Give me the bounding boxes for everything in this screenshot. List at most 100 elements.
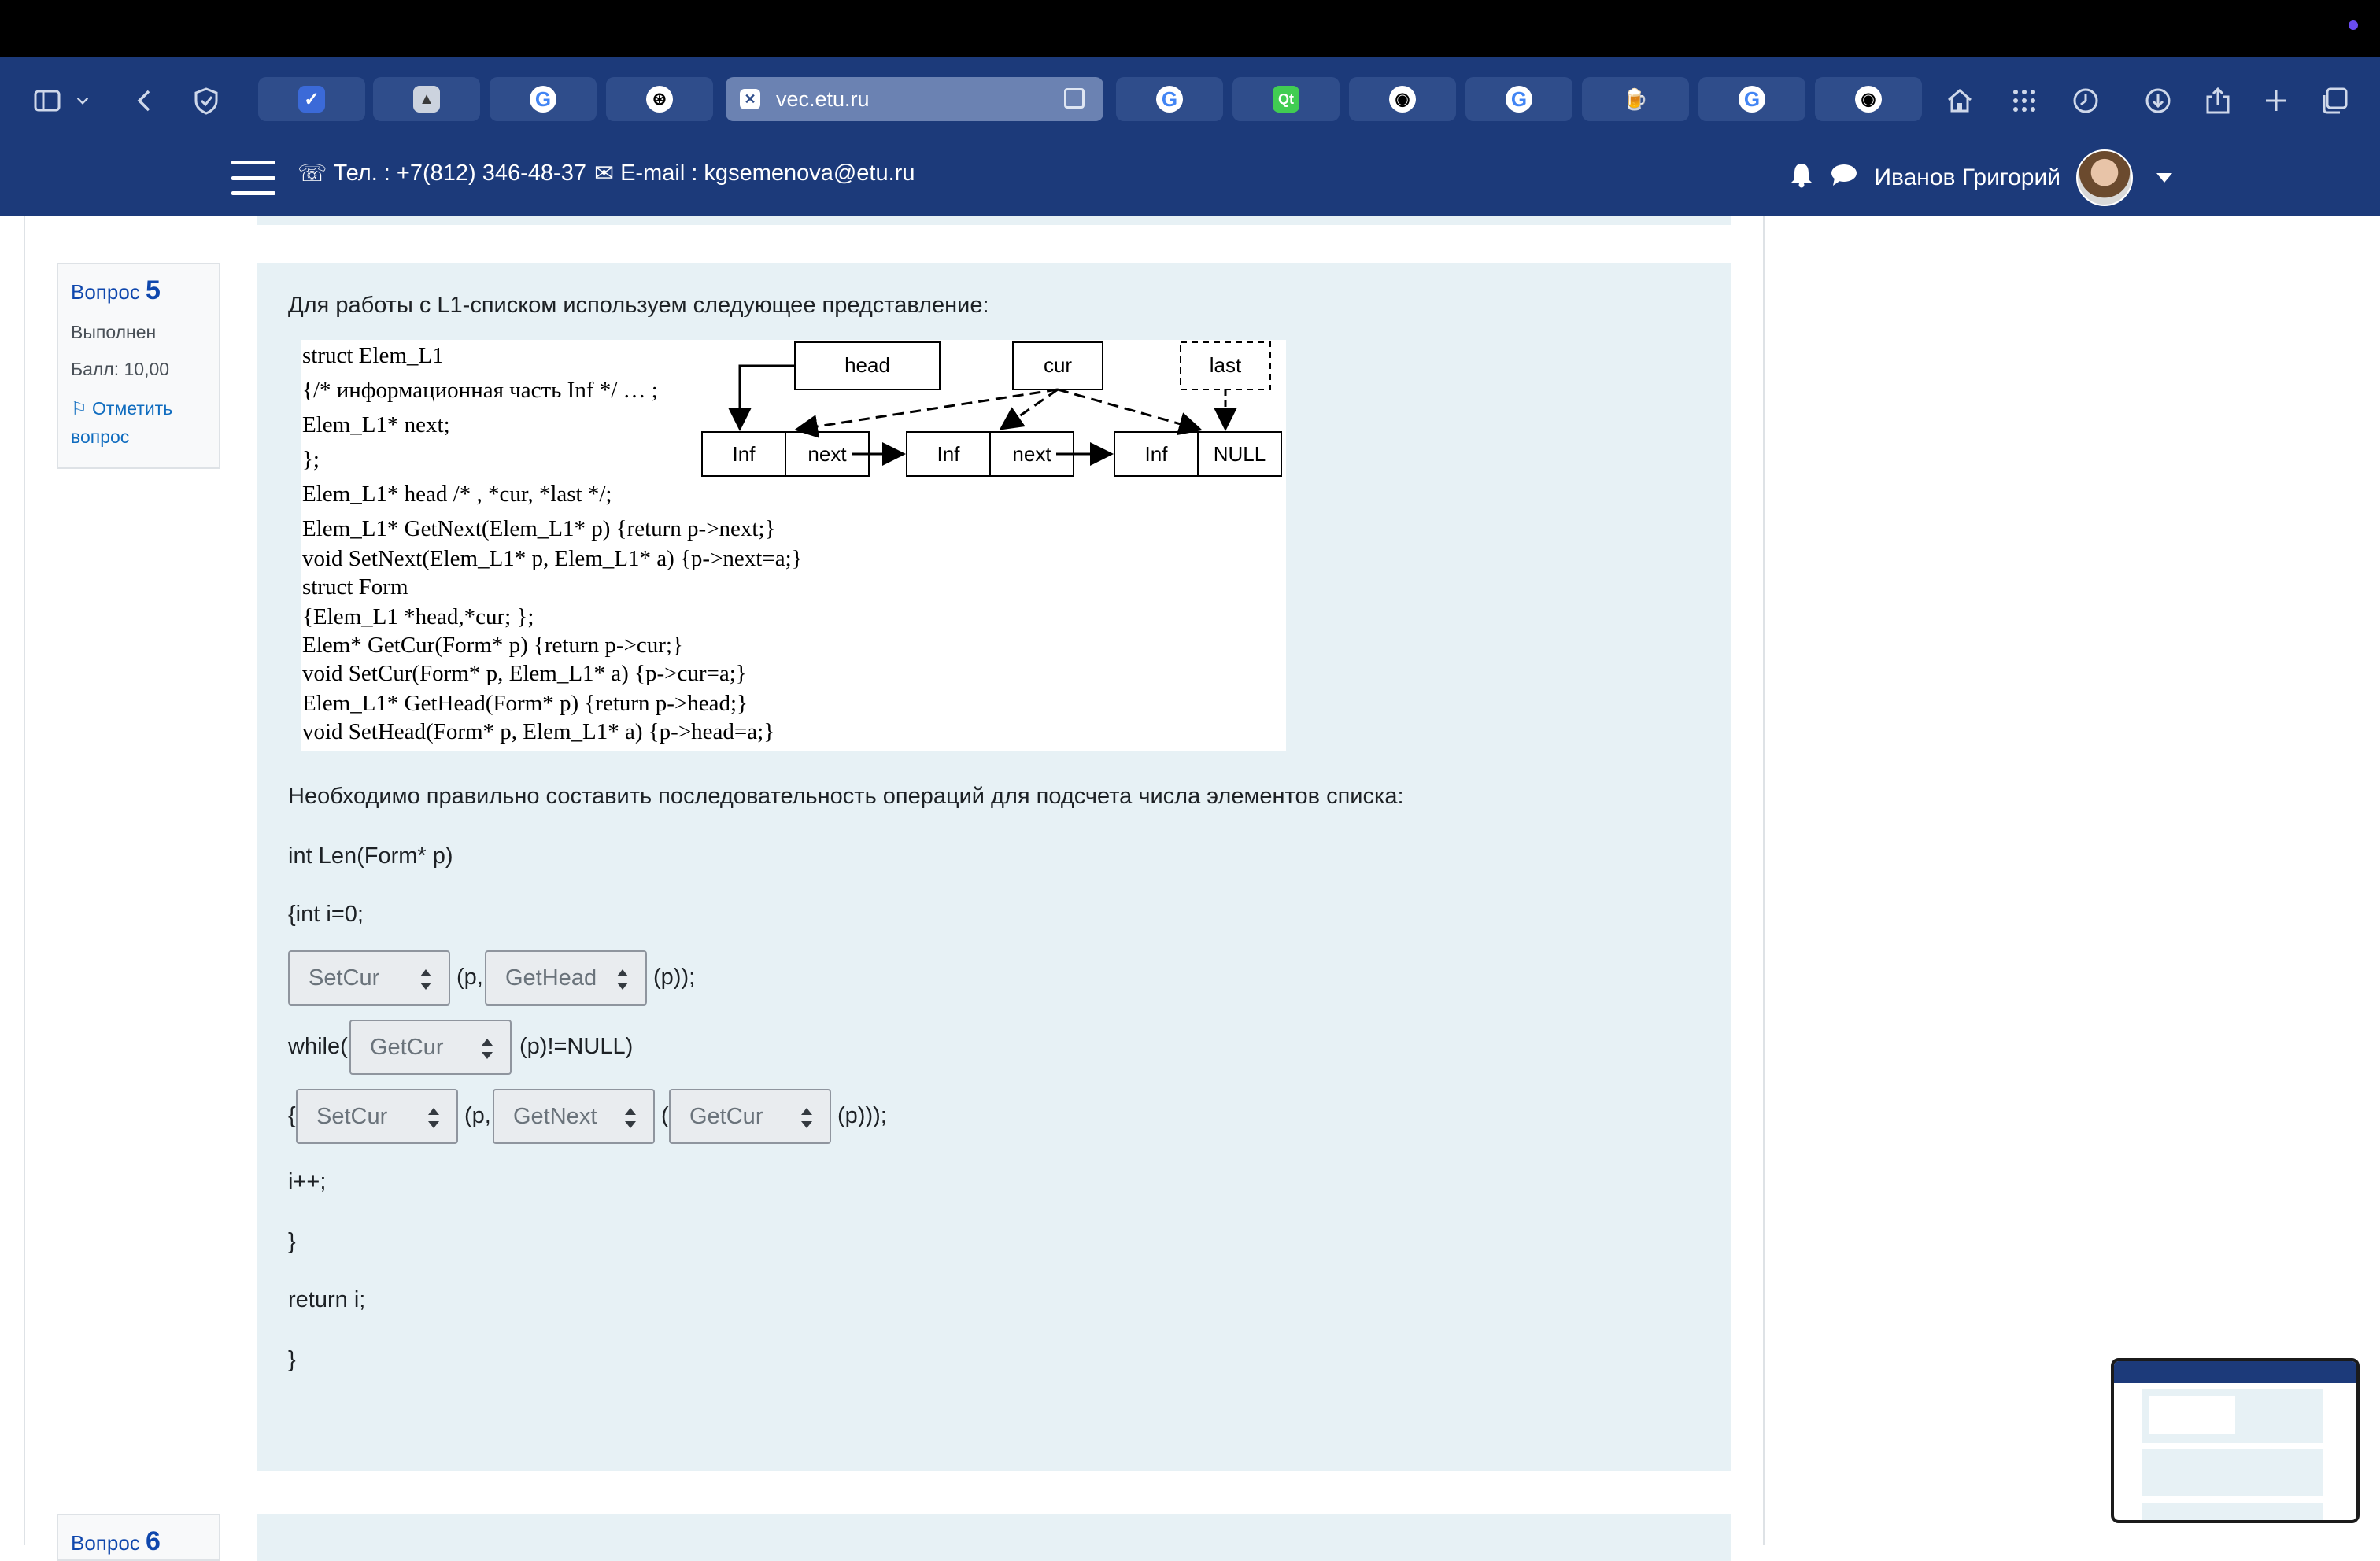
code-fragment: while( (288, 1034, 348, 1059)
svg-text:Inf: Inf (937, 442, 961, 466)
select-arrows-icon (428, 1108, 439, 1128)
code-line-8: return i; (288, 1287, 366, 1312)
tab-10[interactable]: 🍺 (1582, 77, 1689, 121)
list-representation-figure: struct Elem_L1 {/* информационная часть … (301, 340, 1286, 751)
contact-info: ☏ Тел. : +7(812) 346-48-37 ✉ E-mail : kg… (298, 157, 915, 189)
etu-favicon: ✕ (740, 89, 760, 109)
share-icon[interactable] (2197, 80, 2238, 121)
new-tab-icon[interactable] (2256, 80, 2297, 121)
previous-question-bottom (257, 216, 1731, 225)
bell-icon[interactable] (1789, 161, 1814, 194)
shield-icon[interactable] (186, 80, 227, 121)
code-fragment: (p, (456, 965, 483, 990)
tab-2[interactable]: ▲ (373, 77, 480, 121)
question-score: Балл: 10,00 (71, 359, 170, 379)
svg-text:Inf: Inf (733, 442, 756, 466)
github-icon: ◉ (1389, 86, 1416, 113)
chevron-down-icon[interactable] (71, 80, 94, 121)
svg-text:next: next (808, 442, 847, 466)
cur-label: cur (1044, 353, 1072, 377)
tab-active[interactable]: ✕ vec.etu.ru (726, 77, 1103, 121)
tab-3[interactable]: G (490, 77, 597, 121)
github-icon: ◉ (1855, 86, 1882, 113)
sidebar-toggle-icon[interactable] (27, 80, 68, 121)
tab-12[interactable]: ◉ (1815, 77, 1922, 121)
hamburger-menu-icon[interactable] (231, 161, 275, 195)
envelope-icon: ✉ (593, 160, 615, 186)
phone-text: Тел. : +7(812) 346-48-37 (333, 160, 586, 186)
flag-question-link[interactable]: ⚐ Отметить вопрос (71, 394, 206, 451)
select-2[interactable]: GetHead (485, 950, 647, 1006)
chat-icon[interactable] (1830, 162, 1858, 194)
code-line-7: } (288, 1229, 296, 1254)
flag-icon: ⚐ (71, 398, 87, 419)
tab-11[interactable]: G (1698, 77, 1805, 121)
user-name[interactable]: Иванов Григорий (1874, 164, 2060, 191)
qt-icon: Qt (1273, 86, 1299, 113)
avatar[interactable] (2076, 149, 2133, 206)
select-4[interactable]: SetCur (296, 1089, 458, 1144)
select-arrows-icon (420, 969, 431, 990)
reader-mode-icon[interactable] (1064, 88, 1085, 109)
user-menu[interactable]: Иванов Григорий (1789, 149, 2172, 206)
next-question-content (257, 1514, 1731, 1561)
tab-6[interactable]: G (1116, 77, 1223, 121)
beer-icon: 🍺 (1622, 87, 1649, 111)
tab-8[interactable]: ◉ (1349, 77, 1456, 121)
download-icon[interactable] (2138, 80, 2179, 121)
select-arrows-icon (617, 969, 628, 990)
code-fragment: (p)); (653, 965, 696, 990)
select-5[interactable]: GetNext (493, 1089, 655, 1144)
grid-icon[interactable] (2004, 80, 2045, 121)
code-line-6: i++; (288, 1169, 327, 1194)
caret-down-icon[interactable] (2156, 173, 2172, 183)
browser-logo-icon: ✓ (298, 86, 325, 113)
email-text[interactable]: E-mail : kgsemenova@etu.ru (620, 161, 915, 186)
last-label: last (1210, 353, 1242, 377)
tab-7[interactable]: Qt (1232, 77, 1340, 121)
home-icon[interactable] (1939, 80, 1980, 121)
next-question-info: Вопрос 6 (57, 1514, 220, 1561)
phone-icon: ☏ (298, 160, 327, 186)
select-6[interactable]: GetCur (669, 1089, 831, 1144)
select-3[interactable]: GetCur (349, 1020, 512, 1075)
openai-icon: ⊛ (646, 86, 673, 113)
svg-text:next: next (1012, 442, 1051, 466)
apps-icon: ▲ (413, 86, 440, 113)
code-fragment: (p)!=NULL) (519, 1034, 634, 1059)
tab-overview-icon[interactable] (2314, 80, 2355, 121)
system-menu-bar (0, 0, 2380, 57)
tab-url: vec.etu.ru (776, 87, 870, 111)
tab-9[interactable]: G (1465, 77, 1572, 121)
history-icon[interactable] (2065, 80, 2106, 121)
google-icon: G (1156, 86, 1183, 113)
svg-text:NULL: NULL (1214, 442, 1266, 466)
select-1[interactable]: SetCur (288, 950, 450, 1006)
tab-1[interactable]: ✓ (258, 77, 365, 121)
svg-text:Inf: Inf (1145, 442, 1169, 466)
tab-4[interactable]: ⊛ (606, 77, 713, 121)
code-fragment: (p, (464, 1103, 491, 1128)
code-fragment: { (288, 1103, 296, 1128)
google-icon: G (1739, 86, 1765, 113)
head-label: head (844, 353, 890, 377)
page-border-right (1763, 216, 1765, 1545)
question-number: Вопрос 5 (71, 275, 161, 305)
back-icon[interactable] (124, 80, 165, 121)
screenshot-thumbnail[interactable] (2111, 1358, 2360, 1523)
code-line-1: int Len(Form* p) (288, 843, 453, 869)
task-text: Необходимо правильно составить последова… (288, 784, 1404, 809)
select-arrows-icon (482, 1039, 493, 1059)
code-line-9: } (288, 1347, 296, 1372)
google-icon: G (1506, 86, 1532, 113)
question-status: Выполнен (71, 322, 157, 342)
select-arrows-icon (625, 1108, 636, 1128)
page-border-left (24, 216, 25, 1545)
code-fragment: (p))); (837, 1103, 887, 1128)
question-info: Вопрос 5 Выполнен Балл: 10,00 ⚐ Отметить… (57, 263, 220, 469)
code-line-2: {int i=0; (288, 902, 364, 927)
google-icon: G (530, 86, 556, 113)
linked-list-diagram: head cur last Inf next Inf next Inf NULL (701, 341, 1282, 477)
indicator-dot (2349, 20, 2358, 30)
select-arrows-icon (801, 1108, 812, 1128)
